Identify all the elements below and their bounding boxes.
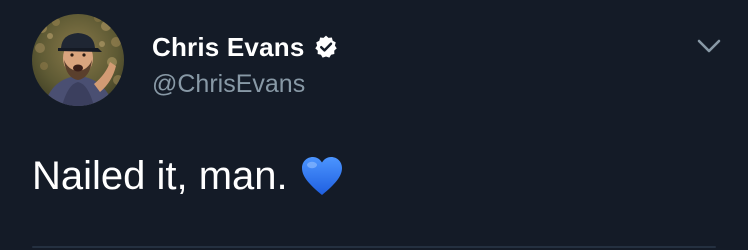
blue-heart-icon: [300, 155, 344, 197]
tweet-card: Chris Evans @ChrisEvans Nailed it, man.: [0, 0, 748, 250]
chevron-down-icon[interactable]: [696, 36, 722, 56]
divider: [32, 246, 716, 248]
display-name[interactable]: Chris Evans: [152, 30, 305, 64]
avatar-image: [32, 14, 124, 106]
verified-badge-icon: [313, 34, 339, 60]
user-handle[interactable]: @ChrisEvans: [152, 68, 305, 100]
avatar[interactable]: [32, 14, 124, 106]
tweet-text: Nailed it, man.: [32, 154, 288, 198]
tweet-text-row: Nailed it, man.: [32, 150, 344, 202]
author-name-row: Chris Evans: [152, 30, 339, 64]
